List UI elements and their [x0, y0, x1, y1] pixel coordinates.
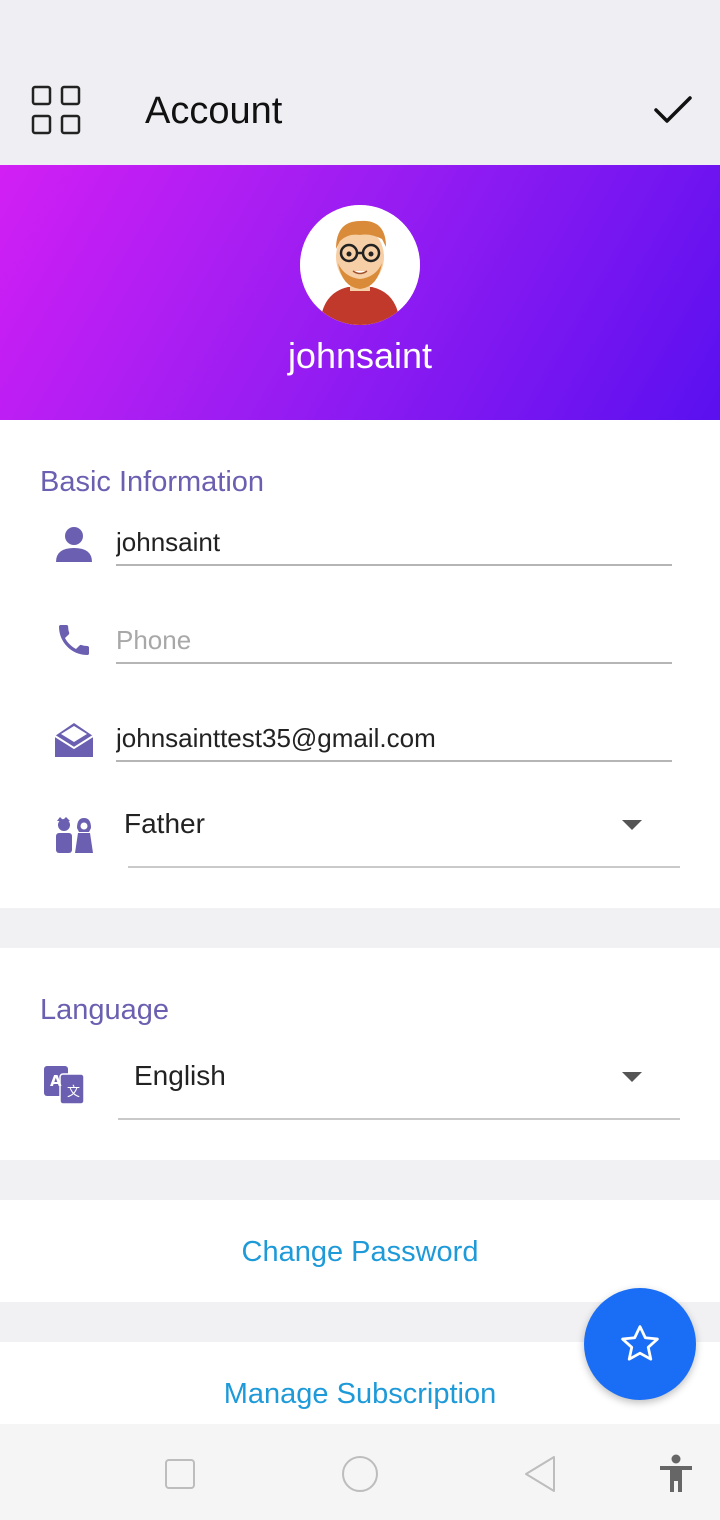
avatar[interactable] [300, 205, 420, 325]
username-input[interactable] [116, 520, 672, 564]
nav-recents-icon [165, 1459, 195, 1489]
svg-text:A: A [50, 1072, 62, 1090]
email-input[interactable] [116, 716, 672, 760]
nav-home-icon [342, 1456, 378, 1492]
language-title: Language [40, 994, 170, 1026]
nav-home-button[interactable] [338, 1452, 382, 1496]
relation-selected-value: Father [124, 808, 205, 839]
svg-text:文: 文 [67, 1085, 80, 1100]
menu-button[interactable] [26, 80, 86, 140]
basic-information-title: Basic Information [40, 466, 265, 498]
profile-header: johnsaint [0, 165, 720, 420]
nav-back-icon [525, 1456, 555, 1492]
translate-icon: A 文 [44, 1064, 84, 1104]
family-icon [52, 814, 96, 858]
profile-username: johnsaint [287, 335, 433, 376]
avatar-illustration [300, 205, 420, 325]
person-icon [52, 522, 96, 566]
accessibility-button[interactable] [654, 1452, 698, 1496]
system-navigation-bar [0, 1424, 720, 1520]
save-button[interactable] [648, 85, 698, 135]
nav-back-button[interactable] [518, 1452, 562, 1496]
phone-icon [52, 618, 96, 662]
language-section: Language A 文 English [0, 948, 720, 1160]
username-field[interactable] [116, 520, 672, 566]
relation-dropdown[interactable]: Father [124, 800, 680, 868]
page-title: Account [145, 90, 283, 132]
change-password-card: Change Password [0, 1200, 720, 1302]
grid-menu-icon [31, 85, 81, 135]
accessibility-icon [660, 1454, 692, 1492]
favorite-fab[interactable] [584, 1288, 696, 1400]
mail-icon [52, 718, 96, 762]
phone-input[interactable] [116, 618, 672, 662]
app-bar: Account [0, 60, 720, 165]
chevron-down-icon [622, 820, 642, 830]
star-icon [621, 1325, 659, 1361]
change-password-button[interactable]: Change Password [0, 1236, 720, 1269]
email-field[interactable] [116, 716, 672, 762]
check-icon [654, 96, 692, 123]
status-bar-area [0, 0, 720, 60]
basic-information-section: Basic Information johnsaint Phone johnsa… [0, 420, 720, 908]
language-selected-value: English [134, 1060, 226, 1091]
nav-recents-button[interactable] [158, 1452, 202, 1496]
language-dropdown[interactable]: English [118, 1052, 680, 1120]
phone-field[interactable] [116, 618, 672, 664]
chevron-down-icon [622, 1072, 642, 1082]
